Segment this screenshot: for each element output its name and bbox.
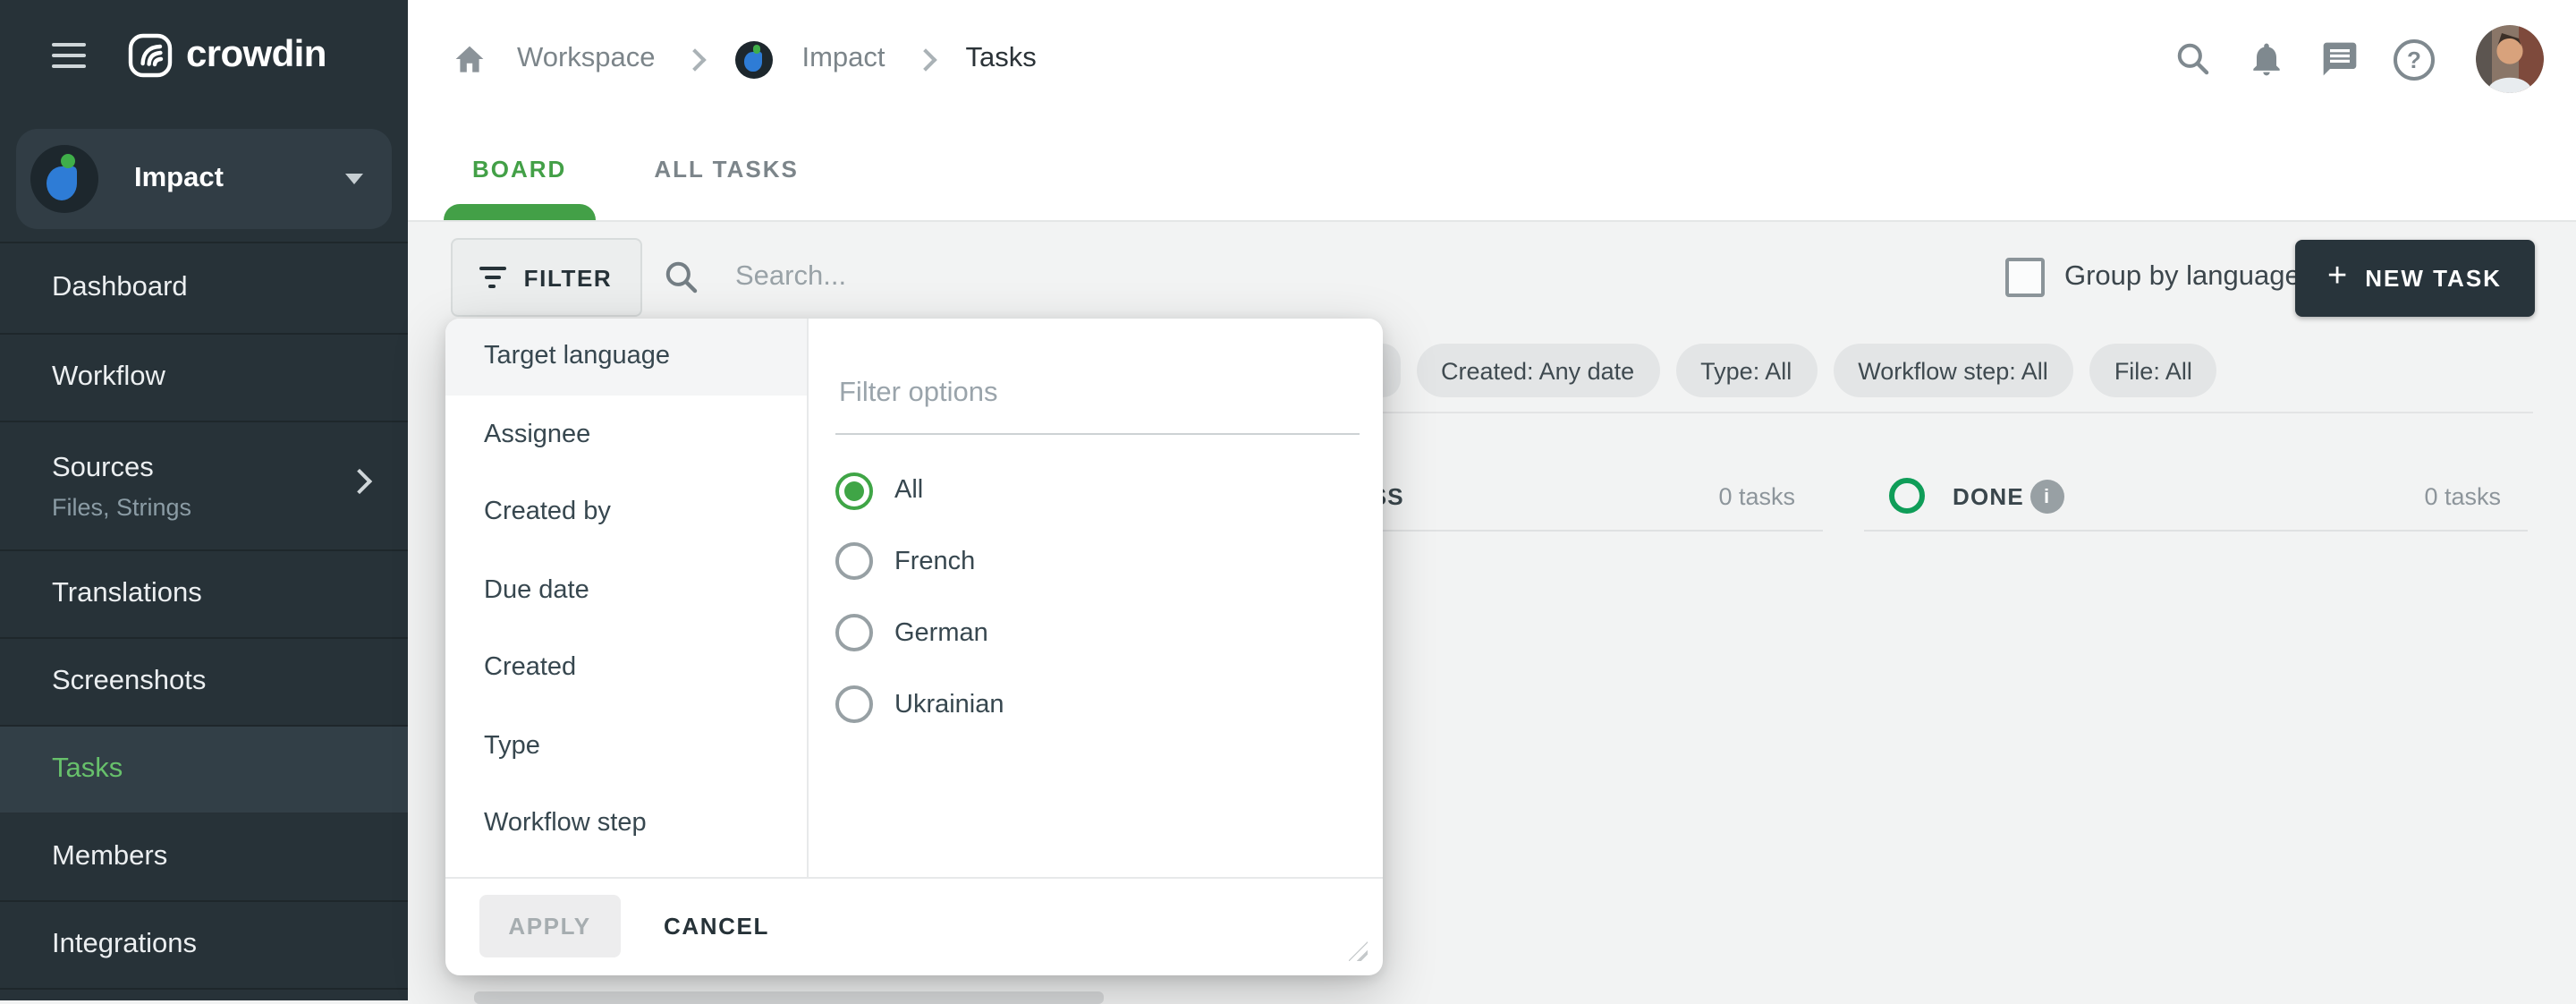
filter-menu-item-created[interactable]: Created <box>445 629 807 707</box>
user-avatar[interactable] <box>2476 25 2544 93</box>
cancel-button[interactable]: CANCEL <box>664 895 769 957</box>
crowdin-logo[interactable]: crowdin <box>127 32 326 79</box>
sidebar-item-screenshots[interactable]: Screenshots <box>0 639 408 727</box>
info-icon[interactable]: i <box>2029 480 2063 514</box>
main-area: Workspace Impact Tasks ? <box>408 0 2576 1000</box>
sidebar-item-sources[interactable]: Sources Files, Strings <box>0 422 408 551</box>
project-avatar <box>30 144 98 212</box>
search-input[interactable] <box>732 260 1168 295</box>
group-by-language-label[interactable]: Group by language <box>2064 261 2301 294</box>
chevron-down-icon <box>345 173 363 183</box>
messages-chat-icon[interactable] <box>2320 39 2360 79</box>
chevron-right-icon <box>684 47 707 70</box>
done-status-icon <box>1888 478 1924 514</box>
hamburger-menu-icon[interactable] <box>52 43 86 68</box>
radio-option-all[interactable]: All <box>835 472 923 509</box>
chevron-right-icon <box>914 47 936 70</box>
horizontal-scrollbar-thumb[interactable] <box>474 991 1104 1004</box>
filter-chip-file[interactable]: File: All <box>2089 344 2217 397</box>
radio-option-french[interactable]: French <box>835 542 975 580</box>
dropdown-footer-divider <box>445 876 1382 878</box>
filter-chip-created[interactable]: Created: Any date <box>1416 344 1659 397</box>
sidebar-header: crowdin <box>0 0 408 111</box>
board-column-done: DONE i 0 tasks <box>1863 465 2528 530</box>
project-name: Impact <box>134 162 345 194</box>
breadcrumb-project[interactable]: Impact <box>802 43 886 75</box>
column-title: DONE <box>1953 483 2024 510</box>
sidebar-item-integrations[interactable]: Integrations <box>0 902 408 990</box>
radio-icon <box>835 472 873 509</box>
column-divider <box>1863 529 2528 531</box>
radio-icon <box>835 614 873 651</box>
crowdin-wordmark: crowdin <box>186 34 326 77</box>
home-icon[interactable] <box>449 39 488 79</box>
help-icon[interactable]: ? <box>2394 38 2435 80</box>
filter-menu-item-workflow-step[interactable]: Workflow step <box>445 785 807 863</box>
breadcrumb-project-avatar <box>736 40 774 78</box>
tab-board[interactable]: BOARD <box>444 118 595 219</box>
notifications-bell-icon[interactable] <box>2247 39 2286 79</box>
column-task-count: 0 tasks <box>2424 483 2501 510</box>
filter-menu-item-assignee[interactable]: Assignee <box>445 396 807 473</box>
sources-subtitle: Files, Strings <box>52 493 408 520</box>
resize-handle[interactable] <box>1348 941 1368 961</box>
filter-menu-item-due-date[interactable]: Due date <box>445 551 807 629</box>
sidebar-item-dashboard[interactable]: Dashboard <box>0 243 408 335</box>
filter-menu-item-type[interactable]: Type <box>445 707 807 785</box>
top-actions: ? <box>2174 0 2544 118</box>
filter-menu-item-target-language[interactable]: Target language <box>445 318 807 396</box>
filter-chip-type[interactable]: Type: All <box>1675 344 1817 397</box>
crowdin-logo-icon <box>127 32 174 79</box>
sidebar-item-tasks[interactable]: Tasks <box>0 727 408 814</box>
filter-chip-workflow-step[interactable]: Workflow step: All <box>1833 344 2073 397</box>
project-selector[interactable]: Impact <box>16 128 392 228</box>
plus-icon: + <box>2327 260 2347 294</box>
apply-button[interactable]: APPLY <box>479 895 621 957</box>
filter-icon <box>479 266 506 288</box>
radio-icon <box>835 542 873 580</box>
app-window: crowdin Impact Dashboard Workflow Source… <box>0 0 2576 1000</box>
sidebar-item-translations[interactable]: Translations <box>0 551 408 639</box>
filter-criteria-menu: Target language Assignee Created by Due … <box>445 318 807 863</box>
group-by-language: Group by language <box>2005 238 2301 317</box>
sidebar: crowdin Impact Dashboard Workflow Source… <box>0 0 408 1000</box>
view-tabs: BOARD ALL TASKS <box>444 118 827 219</box>
filter-dropdown: Target language Assignee Created by Due … <box>445 318 1382 975</box>
breadcrumb-current-page: Tasks <box>966 43 1037 75</box>
radio-icon <box>835 685 873 723</box>
search-icon <box>662 258 701 297</box>
radio-option-ukrainian[interactable]: Ukrainian <box>835 685 1004 723</box>
column-task-count: 0 tasks <box>1718 483 1795 510</box>
dropdown-divider <box>807 318 809 876</box>
tab-all-tasks[interactable]: ALL TASKS <box>625 118 827 219</box>
radio-option-german[interactable]: German <box>835 614 988 651</box>
sidebar-nav: Dashboard Workflow Sources Files, String… <box>0 242 408 990</box>
filter-options-input[interactable] <box>835 353 1360 434</box>
sidebar-item-workflow[interactable]: Workflow <box>0 335 408 422</box>
task-search <box>662 238 1168 317</box>
filter-menu-item-created-by[interactable]: Created by <box>445 473 807 551</box>
active-tab-indicator <box>444 203 595 219</box>
filter-chips-row: Created: Any date Type: All Workflow ste… <box>1364 344 2217 397</box>
breadcrumb-workspace[interactable]: Workspace <box>517 43 656 75</box>
sidebar-item-members[interactable]: Members <box>0 814 408 902</box>
new-task-button[interactable]: + NEW TASK <box>2295 239 2534 317</box>
filter-button[interactable]: FILTER <box>450 238 641 317</box>
group-by-language-checkbox[interactable] <box>2005 258 2045 297</box>
breadcrumb: Workspace Impact Tasks <box>449 0 1037 118</box>
search-icon[interactable] <box>2174 39 2213 79</box>
